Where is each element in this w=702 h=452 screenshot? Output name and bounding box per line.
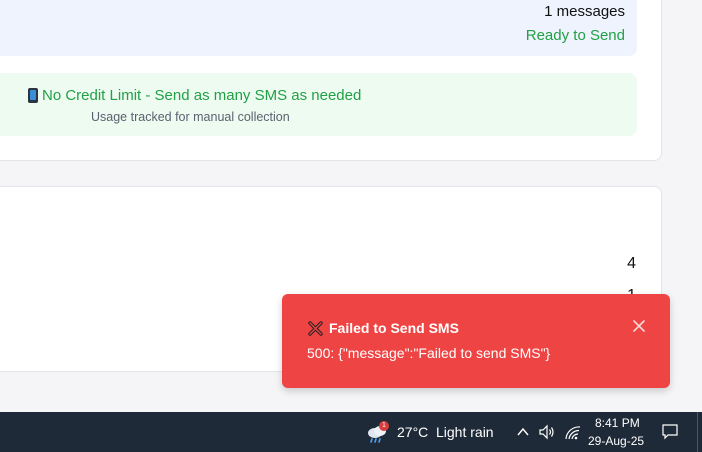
credit-info-panel [0,73,637,136]
credit-headline-text: No Credit Limit - Send as many SMS as ne… [42,87,362,104]
chevron-up-icon[interactable] [516,425,530,439]
wifi-icon[interactable] [565,425,581,440]
cross-mark-icon [308,320,323,336]
toast-title: Failed to Send SMS [308,320,459,336]
notification-center-icon[interactable] [662,424,678,440]
clock-time[interactable]: 8:41 PM [595,416,640,430]
close-icon[interactable] [632,319,646,333]
ready-status: Ready to Send [525,27,625,44]
message-count: 1 messages [544,3,625,20]
error-toast: Failed to Send SMS 500: {"message":"Fail… [282,294,670,388]
weather-condition[interactable]: Light rain [436,424,494,440]
toast-message: 500: {"message":"Failed to send SMS"} [307,345,551,361]
weather-badge: 1 [379,421,389,431]
usage-note: Usage tracked for manual collection [91,110,290,124]
stat-value-1: 4 [627,255,636,272]
clock-date[interactable]: 29-Aug-25 [588,434,644,448]
speaker-icon[interactable] [539,424,556,440]
weather-temperature[interactable]: 27°C [397,424,428,440]
mobile-phone-icon [28,88,38,103]
credit-headline: No Credit Limit - Send as many SMS as ne… [28,87,361,104]
show-desktop-divider[interactable] [697,412,698,452]
windows-taskbar: 1 27°C Light rain 8:41 PM 29-Aug-25 [0,412,702,452]
toast-title-text: Failed to Send SMS [329,320,459,336]
